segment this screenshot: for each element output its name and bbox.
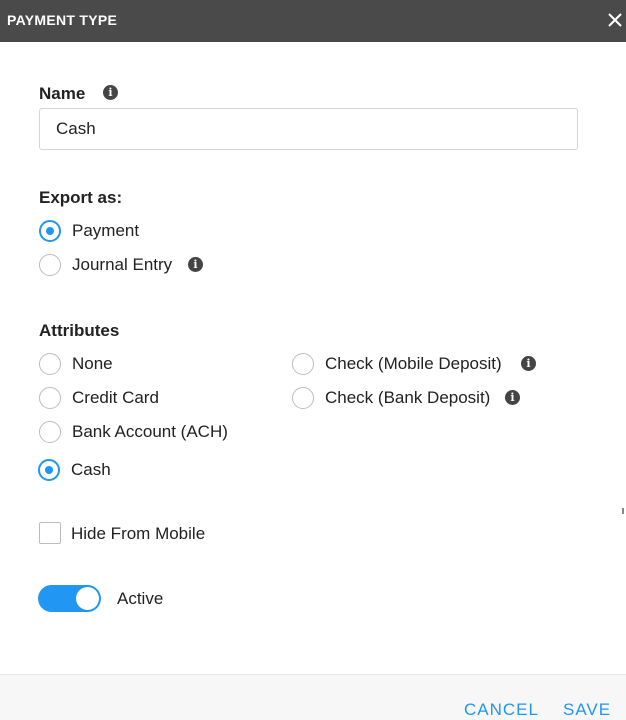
cancel-button[interactable]: CANCEL [464,700,539,720]
radio-label: Check (Bank Deposit) [325,388,491,407]
dialog-header: PAYMENT TYPE [0,0,626,42]
dialog-title: PAYMENT TYPE [7,12,118,28]
radio-attribute-credit-card[interactable]: Credit Card [39,387,179,411]
radio-button[interactable] [39,220,61,242]
radio-button[interactable] [39,353,61,375]
close-icon[interactable] [604,9,626,31]
radio-label: Payment [72,221,140,240]
radio-label: Credit Card [72,388,159,407]
radio-attribute-cash[interactable]: Cash [38,459,128,483]
radio-attribute-none[interactable]: None [39,353,149,377]
save-button[interactable]: SAVE [563,700,611,720]
radio-button[interactable] [292,353,314,375]
radio-button[interactable] [39,254,61,276]
radio-label: None [72,354,113,373]
radio-export-journal-entry[interactable]: Journal Entry [39,254,189,278]
info-icon[interactable]: i [521,356,536,371]
info-icon[interactable]: i [188,257,203,272]
info-icon[interactable]: i [103,85,118,100]
info-icon[interactable]: i [505,390,520,405]
attributes-label: Attributes [39,321,120,340]
edge-mark [622,508,624,514]
radio-button[interactable] [38,459,60,481]
radio-label: Cash [71,460,111,479]
active-toggle[interactable] [38,585,101,612]
radio-export-payment[interactable]: Payment [39,220,159,244]
radio-attribute-check-mobile-deposit[interactable]: Check (Mobile Deposit) [292,353,512,377]
export-as-label: Export as: [39,188,123,207]
radio-attribute-check-bank-deposit[interactable]: Check (Bank Deposit) [292,387,492,411]
toggle-knob [76,587,99,610]
radio-attribute-bank-account[interactable]: Bank Account (ACH) [39,421,239,445]
radio-label: Check (Mobile Deposit) [325,354,502,373]
radio-button[interactable] [39,421,61,443]
hide-from-mobile-checkbox[interactable] [39,522,61,544]
name-label: Name [39,84,86,103]
hide-from-mobile-label[interactable]: Hide From Mobile [71,524,205,544]
dialog-footer: CANCEL SAVE [0,674,626,720]
radio-button[interactable] [292,387,314,409]
radio-label: Journal Entry [72,255,173,274]
active-label: Active [117,589,164,608]
radio-button[interactable] [39,387,61,409]
radio-label: Bank Account (ACH) [72,422,228,441]
name-input[interactable] [39,108,578,150]
